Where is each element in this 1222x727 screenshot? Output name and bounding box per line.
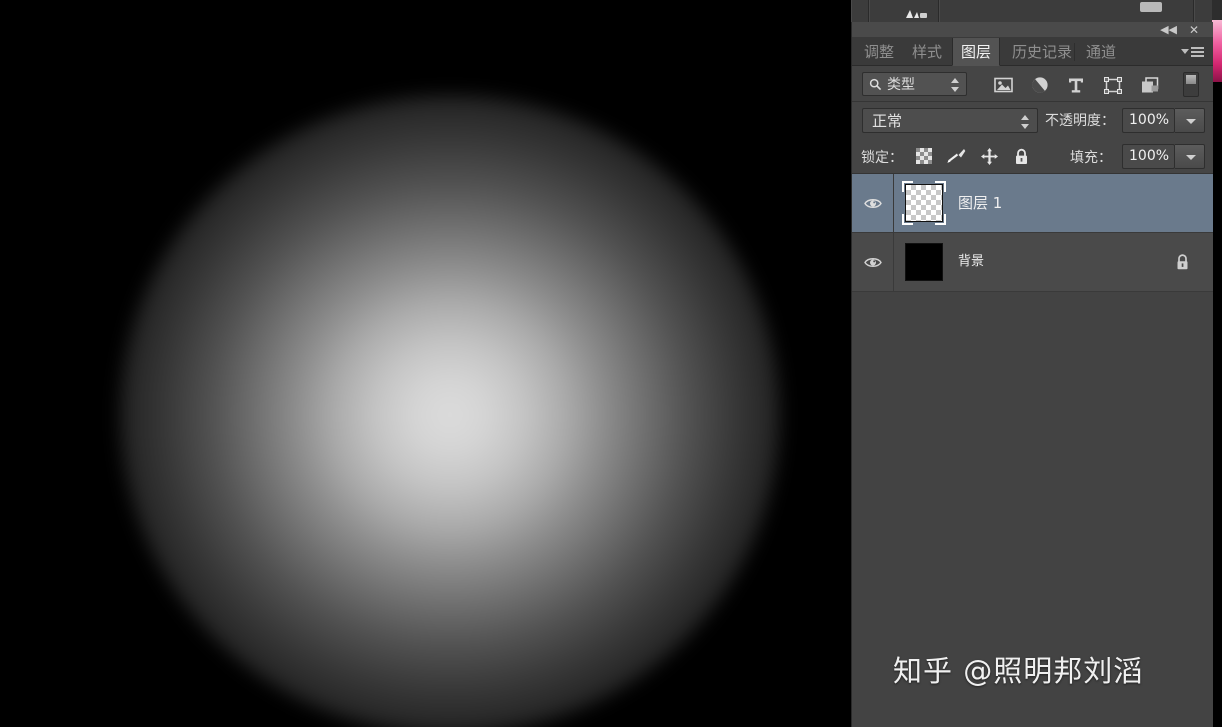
panel-titlebar: ◀◀ ✕	[852, 22, 1213, 38]
blend-mode-row: 正常 不透明度： 100%	[852, 102, 1213, 138]
fill-label: 填充：	[1070, 150, 1112, 166]
table-row[interactable]: 图层 1	[852, 174, 1213, 233]
lock-transparency-icon[interactable]	[913, 146, 935, 166]
smart-object-filter-icon[interactable]	[1139, 75, 1161, 95]
layer-name[interactable]: 图层 1	[958, 174, 1002, 232]
photoshop-window: ◀◀ ✕ 调整 样式 图层 历史记录 通道 类型 正常 不透明度： 100% 锁…	[0, 0, 1222, 727]
watermark-text: 知乎 @照明邦刘滔	[893, 654, 1144, 688]
shape-layer-filter-icon[interactable]	[1102, 75, 1124, 95]
black-thumbnail-fill	[906, 244, 942, 280]
document-canvas[interactable]	[0, 0, 851, 727]
tab-adjustments[interactable]: 调整	[856, 38, 902, 66]
layer-thumbnail-content	[905, 243, 943, 281]
layers-panel: ◀◀ ✕ 调整 样式 图层 历史记录 通道 类型 正常 不透明度： 100% 锁…	[851, 22, 1213, 727]
tab-history[interactable]: 历史记录	[1004, 38, 1074, 66]
brush-preset-icon	[902, 7, 942, 21]
adjustment-layer-filter-icon[interactable]	[1029, 75, 1051, 95]
layer-visibility-toggle[interactable]	[852, 174, 894, 232]
layer-thumbnail[interactable]	[902, 181, 946, 225]
layer-thumbnail[interactable]	[902, 240, 946, 284]
fill-dropdown-icon[interactable]	[1175, 144, 1205, 169]
layer-locked-icon	[1175, 253, 1191, 271]
type-layer-filter-icon[interactable]	[1065, 75, 1087, 95]
pixel-layer-filter-icon[interactable]	[992, 75, 1014, 95]
toolbar-segment-options[interactable]	[939, 0, 1194, 22]
filter-enable-toggle[interactable]	[1183, 72, 1199, 97]
pink-accent-strip	[1212, 20, 1222, 82]
collapse-panel-icon[interactable]: ◀◀	[1160, 23, 1177, 37]
filter-spinner-icon[interactable]	[951, 77, 960, 93]
layer-filter-row: 类型	[852, 66, 1213, 102]
tab-layers[interactable]: 图层	[952, 38, 1001, 66]
lock-position-icon[interactable]	[978, 146, 1000, 166]
toolbar-segment-tool[interactable]	[869, 0, 939, 22]
tab-channels[interactable]: 通道	[1078, 38, 1124, 66]
lock-image-pixels-icon[interactable]	[945, 146, 967, 166]
tab-styles[interactable]: 样式	[904, 38, 950, 66]
lock-options-row: 锁定： 填充： 100%	[852, 138, 1213, 174]
fill-value[interactable]: 100%	[1122, 144, 1175, 169]
opacity-label: 不透明度：	[1045, 113, 1115, 129]
blend-mode-spinner-icon[interactable]	[1021, 114, 1030, 130]
lock-label: 锁定：	[861, 150, 903, 166]
toolbar-gap	[851, 0, 869, 22]
table-row[interactable]: 背景	[852, 233, 1213, 292]
lock-all-icon[interactable]	[1010, 146, 1032, 166]
blend-mode-select[interactable]: 正常	[862, 108, 1038, 133]
edge-filler	[1212, 0, 1222, 20]
blend-mode-value: 正常	[872, 112, 903, 130]
magnifier-icon	[869, 78, 882, 91]
top-toolbar-strip	[851, 0, 1222, 22]
menu-lines-icon	[1191, 47, 1204, 59]
panel-menu-icon[interactable]	[1181, 44, 1205, 60]
layer-visibility-toggle[interactable]	[852, 233, 894, 291]
layer-name[interactable]: 背景	[958, 233, 984, 291]
opacity-dropdown-icon[interactable]	[1175, 108, 1205, 133]
panel-tab-bar: 调整 样式 图层 历史记录 通道	[852, 38, 1213, 66]
thumbnail-selection-frame	[902, 181, 946, 225]
opacity-value[interactable]: 100%	[1122, 108, 1175, 133]
chevron-down-icon	[1181, 49, 1189, 54]
tab-divider	[1074, 43, 1075, 61]
filter-type-select[interactable]: 类型	[862, 72, 967, 96]
close-panel-icon[interactable]: ✕	[1189, 23, 1199, 37]
layer-list[interactable]: 图层 1 背景	[852, 174, 1213, 727]
filter-type-value: 类型	[887, 77, 915, 93]
toolbar-field[interactable]	[1140, 2, 1162, 12]
